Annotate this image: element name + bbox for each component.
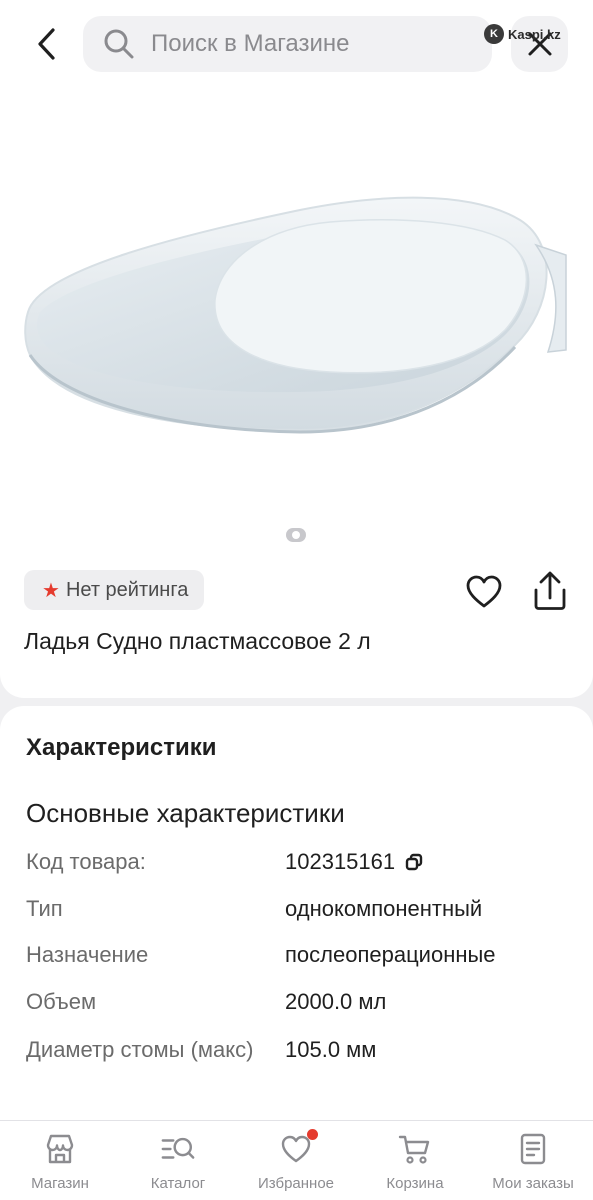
search-icon: [104, 29, 134, 59]
kaspi-watermark: K Kaspi.kz: [484, 24, 561, 44]
nav-item-store[interactable]: Магазин: [5, 1131, 115, 1192]
nav-item-catalog[interactable]: Каталог: [123, 1131, 233, 1192]
search-placeholder: Поиск в Магазине: [151, 30, 350, 57]
spec-value: 102315161: [285, 846, 423, 877]
store-icon: [42, 1131, 78, 1167]
bedpan-image: [24, 196, 567, 434]
share-icon: [534, 571, 566, 610]
spec-label: Назначение: [26, 942, 149, 967]
nav-label: Избранное: [257, 1175, 335, 1192]
rating-text: Нет рейтинга: [65, 578, 189, 601]
product-title: Ладья Судно пластмассовое 2 л: [24, 628, 371, 654]
notification-dot: [307, 1129, 318, 1140]
nav-label: Мои заказы: [492, 1175, 574, 1192]
spec-label: Код товара:: [26, 849, 146, 874]
orders-icon: [515, 1131, 551, 1167]
cart-icon: [397, 1131, 433, 1167]
star-icon: ★: [42, 579, 60, 602]
heart-icon: [278, 1129, 318, 1167]
gallery-indicator: [286, 528, 306, 542]
spec-label: Объем: [26, 989, 97, 1014]
back-button[interactable]: [24, 22, 68, 66]
product-code: 102315161: [285, 849, 396, 874]
top-bar: Поиск в Магазине K Kaspi.kz: [0, 0, 593, 90]
share-button[interactable]: [530, 570, 570, 612]
copy-icon[interactable]: [405, 853, 423, 871]
catalog-search-icon: [160, 1131, 196, 1167]
chevron-left-icon: [38, 28, 55, 60]
spec-label: Диаметр стомы (макс): [26, 1037, 254, 1062]
nav-label: Каталог: [150, 1175, 206, 1192]
favorite-button[interactable]: [464, 572, 504, 612]
heart-icon: [466, 575, 502, 608]
nav-item-favorites[interactable]: Избранное: [241, 1129, 351, 1192]
gallery-dot-active: [292, 531, 300, 539]
spec-value: 105.0 мм: [285, 1037, 377, 1062]
watermark-text: Kaspi.kz: [508, 26, 561, 42]
nav-label: Корзина: [386, 1175, 444, 1192]
nav-item-orders[interactable]: Мои заказы: [478, 1131, 588, 1192]
spec-label: Тип: [26, 896, 63, 921]
search-input[interactable]: Поиск в Магазине: [83, 16, 492, 72]
spec-value: однокомпонентный: [285, 896, 483, 921]
kaspi-logo-icon: K: [484, 24, 504, 44]
specs-group-title: Основные характеристики: [26, 798, 345, 828]
product-card: Поиск в Магазине K Kaspi.kz ★ Нет рейтин…: [0, 0, 593, 698]
nav-item-cart[interactable]: Корзина: [360, 1131, 470, 1192]
product-image[interactable]: [0, 140, 593, 500]
bottom-nav: Магазин Каталог Избранное Корзина Мои за…: [0, 1120, 593, 1200]
spec-value: послеоперационные: [285, 942, 496, 967]
spec-value: 2000.0 мл: [285, 989, 387, 1014]
rating-badge[interactable]: ★ Нет рейтинга: [24, 570, 205, 610]
specs-heading: Характеристики: [26, 734, 217, 761]
nav-label: Магазин: [31, 1175, 89, 1192]
